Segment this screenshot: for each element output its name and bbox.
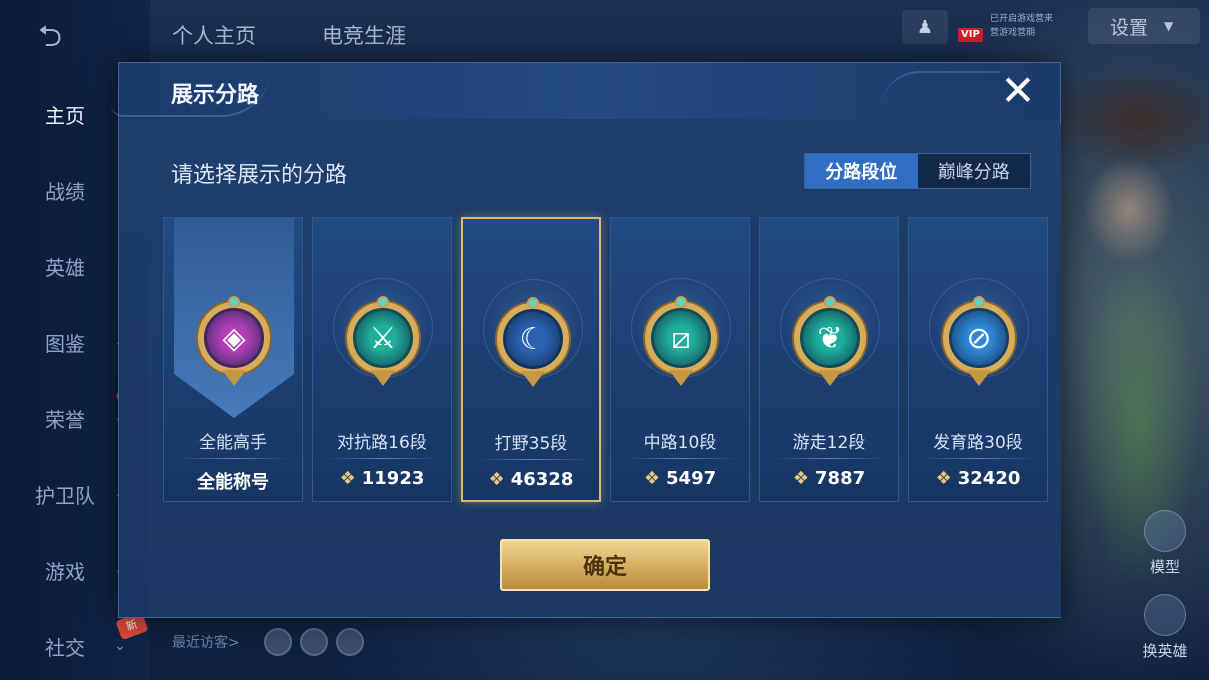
badge-ornament [371,370,395,386]
visitor-avatar[interactable] [300,628,328,656]
lane-score: ❖ 32420 [909,468,1047,489]
visitor-avatar[interactable] [264,628,292,656]
lane-name: 全能高手 [199,433,267,453]
sidebar-item-label: 游戏 [45,559,85,584]
divider [327,458,439,459]
lane-mode-toggle: 分路段位 巅峰分路 [804,153,1031,189]
settings-button[interactable]: 设置 ▼ [1088,8,1200,44]
visitor-avatar[interactable] [336,628,364,656]
dialog-subtitle: 请选择展示的分路 [171,163,348,188]
recent-visitors-link[interactable]: 最近访客> [172,632,240,652]
lane-card[interactable]: ◈ 全能高手全能称号 [163,217,303,502]
lane-card[interactable]: ⧄ 中路10段 ❖ 5497 [610,217,750,502]
lane-name: 打野35段 [494,434,568,454]
switch-hero-label: 换英雄 [1142,642,1188,660]
chevron-down-icon: ▼ [1164,19,1174,33]
lane-display-dialog: 展示分路 ✕ 请选择展示的分路 分路段位 巅峰分路 ◈ 全能高手全能称号 ⚔ 对抗路1… [111,62,1061,618]
gem-icon [527,297,539,309]
jungle-icon: ☾ [497,303,569,375]
dialog-title: 展示分路 [171,83,260,108]
lane-score-value: 11923 [361,468,425,489]
power-icon: ❖ [792,468,810,489]
sidebar-item-label: 社交 [45,635,85,660]
divider [178,458,290,459]
model-icon [1144,510,1186,552]
tab-esports-career[interactable]: 电竞生涯 [322,20,406,50]
decor-swirl [880,71,1000,111]
lane-card[interactable]: ⚔ 对抗路16段 ❖ 11923 [312,217,452,502]
lane-score-value: 46328 [510,469,574,490]
back-arrow-icon[interactable]: ⮌ [38,22,100,52]
roam-icon: ❦ [794,302,866,374]
lane-name: 对抗路16段 [337,433,427,453]
toggle-lane-rank[interactable]: 分路段位 [805,154,918,188]
all-round-icon: ◈ [198,302,270,374]
clash-lane-icon: ⚔ [347,302,419,374]
sidebar-item-label: 图鉴 [45,331,85,356]
sidebar-item-label: 荣誉 [45,407,85,432]
badge-ornament [818,370,842,386]
gem-icon [377,296,389,308]
lane-score-value: 7887 [815,468,866,489]
lane-name: 中路10段 [643,433,717,453]
badge-ornament [669,370,693,386]
settings-label: 设置 [1110,16,1149,39]
close-icon[interactable]: ✕ [996,69,1040,113]
farm-lane-icon: ⊘ [943,302,1015,374]
switch-hero-button[interactable]: 换英雄 [1133,594,1197,661]
badge-ornament [967,370,991,386]
mid-lane-icon: ⧄ [645,302,717,374]
switch-hero-icon [1144,594,1186,636]
lane-score: ❖ 7887 [760,468,898,489]
sidebar-item-label: 英雄 [45,255,85,280]
lane-score: ❖ 11923 [313,468,451,489]
gem-icon [824,296,836,308]
lane-card[interactable]: ❦ 游走12段 ❖ 7887 [759,217,899,502]
confirm-button[interactable]: 确定 [500,539,710,591]
notification-icon[interactable]: ♟ [902,10,948,44]
lane-score: ❖ 46328 [463,469,599,490]
divider [923,458,1035,459]
power-icon: ❖ [339,468,356,489]
vip-status[interactable]: VIP 已开启游戏营来 营游戏营期 [958,10,1078,44]
lane-score: ❖ 5497 [611,468,749,489]
lane-score: 全能称号 [164,468,302,494]
divider [625,458,737,459]
vip-tag: VIP [958,28,983,42]
badge-ornament [521,371,545,387]
power-icon: ❖ [488,469,505,490]
lane-card[interactable]: ⊘ 发育路30段 ❖ 32420 [908,217,1048,502]
sidebar-item-label: 护卫队 [35,483,95,508]
lane-score-value: 32420 [957,468,1021,489]
power-icon: ❖ [643,468,661,489]
dialog-header: 展示分路 ✕ [111,63,1060,119]
lane-score-value: 全能称号 [197,472,269,493]
divider [774,458,886,459]
lane-name: 发育路30段 [933,433,1023,453]
tab-personal-home[interactable]: 个人主页 [172,20,256,50]
vip-line2: 营游戏营期 [990,28,1036,38]
chevron-down-icon: ⌄ [114,638,126,654]
lane-score-value: 5497 [666,468,717,489]
sidebar-item-label: 主页 [45,103,85,128]
power-icon: ❖ [935,468,952,489]
lane-name: 游走12段 [792,433,866,453]
gem-icon [675,296,687,308]
vip-line1: 已开启游戏营来 [990,14,1054,24]
toggle-peak-lane[interactable]: 巅峰分路 [918,154,1031,188]
lane-card[interactable]: ☾ 打野35段 ❖ 46328 [461,217,601,502]
gem-icon [973,296,985,308]
gem-icon [228,296,240,308]
model-label: 模型 [1149,558,1180,576]
model-button[interactable]: 模型 [1133,510,1197,577]
divider [477,459,589,460]
sidebar-item-label: 战绩 [45,179,85,204]
